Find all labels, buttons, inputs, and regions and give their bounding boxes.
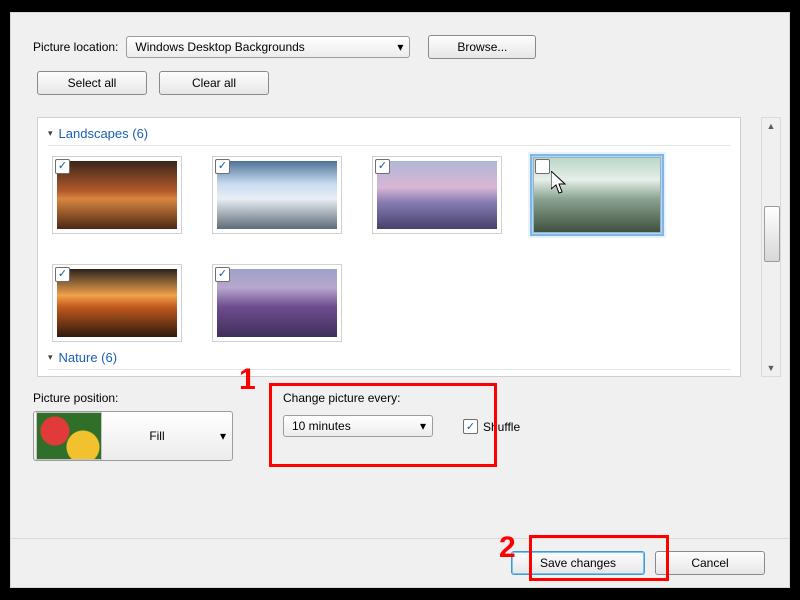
scrollbar[interactable]: ▲ ▼ xyxy=(761,117,781,377)
dialog-panel: Picture location: Windows Desktop Backgr… xyxy=(10,12,790,588)
scroll-thumb[interactable] xyxy=(764,206,780,262)
thumb-checkbox[interactable]: ✓ xyxy=(215,267,230,282)
thumb-checkbox[interactable] xyxy=(535,159,550,174)
chevron-down-icon: ▾ xyxy=(420,419,426,433)
collapse-icon: ▾ xyxy=(48,128,53,139)
shuffle-checkbox[interactable]: ✓ Shuffle xyxy=(463,419,520,434)
clear-all-label: Clear all xyxy=(192,76,236,90)
change-every-value: 10 minutes xyxy=(292,419,351,433)
picture-position-value: Fill xyxy=(102,429,212,443)
divider xyxy=(48,369,730,370)
group-header-nature[interactable]: ▾ Nature (6) xyxy=(38,348,740,369)
select-all-label: Select all xyxy=(68,76,117,90)
wallpaper-thumb[interactable]: ✓ xyxy=(212,156,342,234)
scroll-up-icon[interactable]: ▲ xyxy=(763,118,779,134)
collapse-icon: ▾ xyxy=(48,352,53,363)
save-changes-button[interactable]: Save changes xyxy=(511,551,645,575)
group-header-landscapes[interactable]: ▾ Landscapes (6) xyxy=(38,118,740,145)
select-all-button[interactable]: Select all xyxy=(37,71,147,95)
thumbnail-row: ✓ ✓ ✓ ✓ ✓ xyxy=(38,146,740,348)
wallpaper-thumb[interactable]: ✓ xyxy=(52,156,182,234)
scroll-down-icon[interactable]: ▼ xyxy=(763,360,779,376)
wallpaper-thumb[interactable]: ✓ xyxy=(212,264,342,342)
checkbox-icon: ✓ xyxy=(463,419,478,434)
annotation-number-1: 1 xyxy=(239,363,256,397)
annotation-number-2: 2 xyxy=(499,531,516,565)
chevron-down-icon: ▾ xyxy=(220,429,226,443)
clear-all-button[interactable]: Clear all xyxy=(159,71,269,95)
scroll-track[interactable] xyxy=(763,134,779,360)
chevron-down-icon: ▾ xyxy=(397,40,403,54)
group-title: Nature (6) xyxy=(59,350,118,365)
picture-position-preview xyxy=(36,412,102,460)
group-title: Landscapes (6) xyxy=(59,126,149,141)
thumb-checkbox[interactable]: ✓ xyxy=(55,267,70,282)
wallpaper-thumb[interactable]: ✓ xyxy=(52,264,182,342)
picture-location-combo[interactable]: Windows Desktop Backgrounds ▾ xyxy=(126,36,410,58)
thumbnail-gallery: ▾ Landscapes (6) ✓ ✓ ✓ ✓ ✓ ▾ Nature (6) xyxy=(37,117,741,377)
picture-location-label: Picture location: xyxy=(33,40,118,54)
thumb-checkbox[interactable]: ✓ xyxy=(215,159,230,174)
picture-position-combo[interactable]: Fill ▾ xyxy=(33,411,233,461)
cancel-button[interactable]: Cancel xyxy=(655,551,765,575)
thumb-checkbox[interactable]: ✓ xyxy=(375,159,390,174)
thumb-checkbox[interactable]: ✓ xyxy=(55,159,70,174)
browse-button-label: Browse... xyxy=(457,40,507,54)
change-every-combo[interactable]: 10 minutes ▾ xyxy=(283,415,433,437)
browse-button[interactable]: Browse... xyxy=(428,35,536,59)
change-every-label: Change picture every: xyxy=(283,391,433,405)
cancel-label: Cancel xyxy=(691,556,728,570)
picture-location-value: Windows Desktop Backgrounds xyxy=(135,40,304,54)
wallpaper-thumb[interactable]: ✓ xyxy=(372,156,502,234)
button-bar: Save changes Cancel xyxy=(11,538,789,587)
wallpaper-thumb[interactable] xyxy=(532,156,662,234)
picture-position-label: Picture position: xyxy=(33,391,233,405)
shuffle-label: Shuffle xyxy=(483,420,520,434)
save-changes-label: Save changes xyxy=(540,556,616,570)
